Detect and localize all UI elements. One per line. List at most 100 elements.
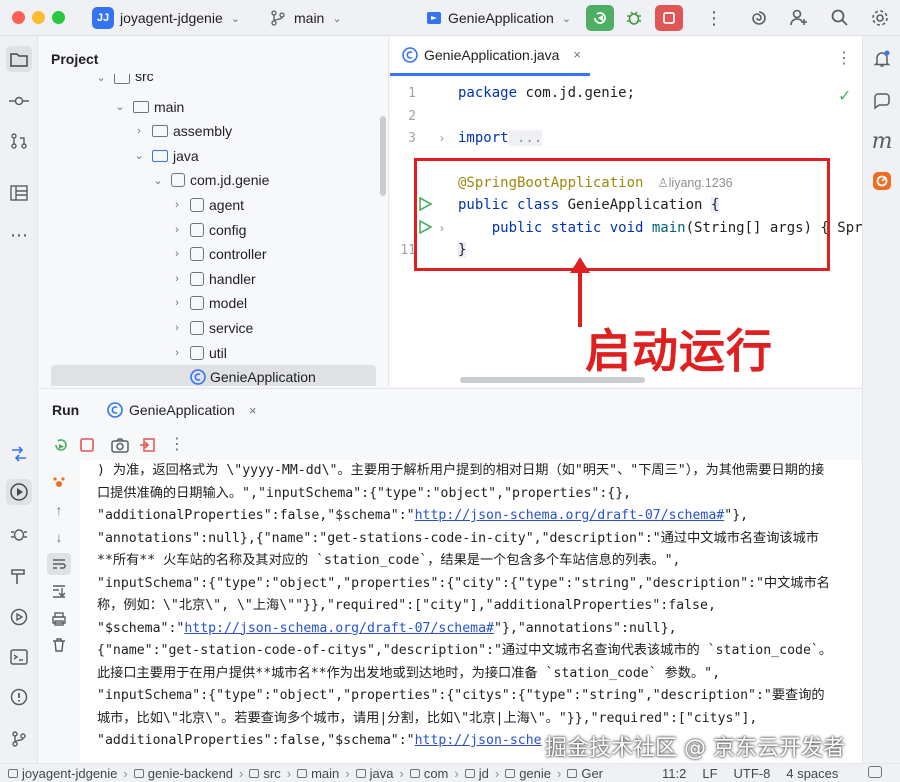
indent-setting[interactable]: 4 spaces bbox=[786, 766, 838, 781]
tree-item[interactable]: › agent bbox=[170, 193, 244, 217]
lock-icon[interactable] bbox=[868, 766, 882, 778]
chevron-right-icon[interactable]: › bbox=[170, 347, 184, 359]
tree-item[interactable]: › assembly bbox=[132, 119, 232, 143]
build-tool-button[interactable] bbox=[6, 563, 32, 589]
project-switcher[interactable]: JJ joyagent-jdgenie ⌄ bbox=[92, 0, 240, 36]
run-tool-button[interactable] bbox=[6, 479, 32, 505]
breadcrumb-item[interactable]: main bbox=[311, 766, 339, 781]
watermark-text: 掘金技术社区 @ 京东云开发者 bbox=[545, 736, 845, 761]
scroll-down-button[interactable]: ↓ bbox=[50, 528, 68, 546]
notifications-button[interactable] bbox=[869, 46, 895, 72]
more-vertical-icon[interactable]: ⋮ bbox=[836, 48, 852, 68]
rerun-button[interactable] bbox=[53, 437, 69, 456]
code-line-import[interactable]: import ... bbox=[458, 130, 543, 146]
chevron-right-icon[interactable]: › bbox=[170, 224, 184, 236]
commit-tool-button[interactable] bbox=[6, 88, 32, 114]
problems-tool-button[interactable] bbox=[6, 684, 32, 710]
chevron-right-icon[interactable]: › bbox=[170, 273, 184, 285]
chevron-down-icon[interactable]: ⌄ bbox=[94, 74, 108, 84]
services-tool-button[interactable] bbox=[6, 441, 32, 467]
chevron-right-icon[interactable]: › bbox=[170, 199, 184, 211]
branch-switcher[interactable]: main ⌄ bbox=[270, 0, 342, 36]
run-config-selector[interactable]: GenieApplication ⌄ bbox=[426, 0, 571, 36]
git-tool-button[interactable] bbox=[6, 726, 32, 752]
console-link[interactable]: http://json-sche bbox=[415, 733, 542, 748]
chevron-right-icon[interactable]: › bbox=[170, 297, 184, 309]
line-separator[interactable]: LF bbox=[702, 766, 717, 781]
maven-icon[interactable]: m bbox=[869, 128, 895, 154]
tree-item[interactable]: › config bbox=[170, 218, 246, 242]
cursor-position[interactable]: 11:2 bbox=[662, 766, 686, 781]
structure-tool-button[interactable] bbox=[6, 180, 32, 206]
tab-genie-application-run[interactable]: GenieApplication × bbox=[107, 389, 256, 431]
file-encoding[interactable]: UTF-8 bbox=[734, 766, 771, 781]
tree-item[interactable]: › model bbox=[170, 291, 247, 315]
fold-chevron-icon[interactable]: › bbox=[440, 131, 444, 145]
chevron-right-icon[interactable]: › bbox=[132, 125, 146, 137]
add-user-button[interactable] bbox=[785, 5, 813, 31]
pull-requests-tool-button[interactable] bbox=[6, 128, 32, 154]
tree-item[interactable]: › util bbox=[170, 341, 227, 365]
breadcrumb-item[interactable]: Ger bbox=[581, 766, 603, 781]
close-icon[interactable]: × bbox=[249, 403, 257, 418]
more-actions-button[interactable]: ⋮ bbox=[700, 5, 728, 31]
print-button[interactable] bbox=[50, 610, 68, 628]
debug-button[interactable] bbox=[620, 5, 648, 31]
console-link[interactable]: http://json-schema.org/draft-07/schema# bbox=[415, 508, 725, 523]
stop-button[interactable] bbox=[79, 437, 95, 456]
ai-assistant-button[interactable] bbox=[745, 5, 773, 31]
breadcrumb-item[interactable]: jd bbox=[479, 766, 489, 781]
import-fold[interactable]: ... bbox=[508, 130, 543, 146]
more-vertical-icon[interactable]: ⋮ bbox=[169, 434, 185, 454]
chevron-right-icon[interactable]: › bbox=[170, 248, 184, 260]
tree-item[interactable]: ⌄ src bbox=[94, 74, 154, 84]
tree-item[interactable]: › controller bbox=[170, 242, 266, 266]
breadcrumb-item[interactable]: joyagent-jdgenie bbox=[22, 766, 117, 781]
stop-button[interactable] bbox=[655, 5, 683, 31]
minimize-window-button[interactable] bbox=[32, 11, 45, 24]
exit-button[interactable] bbox=[139, 437, 155, 456]
rerun-button[interactable] bbox=[586, 5, 614, 31]
maximize-window-button[interactable] bbox=[52, 11, 65, 24]
project-scrollbar[interactable] bbox=[380, 116, 386, 196]
highlight-box bbox=[414, 158, 830, 271]
breadcrumb-item[interactable]: src bbox=[263, 766, 280, 781]
screenshot-button[interactable] bbox=[111, 437, 129, 456]
close-icon[interactable]: × bbox=[573, 47, 581, 62]
code-line-package[interactable]: package com.jd.genie; bbox=[458, 85, 635, 101]
plugin-tool-button[interactable] bbox=[869, 168, 895, 194]
run-toolbar: ⋮ bbox=[39, 430, 862, 460]
tree-item[interactable]: GenieApplication bbox=[51, 365, 376, 386]
debug-tool-button[interactable] bbox=[6, 521, 32, 547]
more-tools-icon[interactable]: ⋯ bbox=[6, 222, 32, 248]
ai-chat-button[interactable] bbox=[869, 88, 895, 114]
tree-item[interactable]: › handler bbox=[170, 267, 256, 291]
tree-item[interactable]: › service bbox=[170, 316, 253, 340]
breadcrumb-item[interactable]: genie-backend bbox=[148, 766, 233, 781]
tree-item[interactable]: ⌄ java bbox=[132, 144, 198, 168]
scroll-up-button[interactable]: ↑ bbox=[50, 501, 68, 519]
console-output[interactable]: ) 为准，返回格式为 \"yyyy-MM-dd\"。主要用于解析用户提到的相对日… bbox=[80, 460, 862, 763]
spring-beans-button[interactable] bbox=[50, 474, 68, 492]
close-window-button[interactable] bbox=[12, 11, 25, 24]
console-link[interactable]: http://json-schema.org/draft-07/schema# bbox=[184, 621, 494, 636]
settings-button[interactable] bbox=[866, 5, 894, 31]
breadcrumb-item[interactable]: genie bbox=[519, 766, 551, 781]
soft-wrap-button[interactable] bbox=[47, 553, 71, 575]
breadcrumb-item[interactable]: java bbox=[370, 766, 394, 781]
folder-icon bbox=[133, 100, 149, 113]
scroll-to-end-button[interactable] bbox=[50, 582, 68, 600]
search-button[interactable] bbox=[826, 5, 854, 31]
endpoints-tool-button[interactable] bbox=[6, 604, 32, 630]
clear-button[interactable] bbox=[50, 636, 68, 654]
project-tool-button[interactable] bbox=[6, 46, 32, 72]
chevron-right-icon[interactable]: › bbox=[170, 322, 184, 334]
tree-item[interactable]: ⌄ com.jd.genie bbox=[151, 168, 269, 192]
tab-genie-application-java[interactable]: GenieApplication.java × bbox=[390, 36, 590, 76]
chevron-down-icon[interactable]: ⌄ bbox=[113, 100, 127, 113]
terminal-tool-button[interactable] bbox=[6, 644, 32, 670]
chevron-down-icon[interactable]: ⌄ bbox=[151, 174, 165, 187]
breadcrumb-item[interactable]: com bbox=[424, 766, 449, 781]
tree-item[interactable]: ⌄ main bbox=[113, 95, 184, 119]
chevron-down-icon[interactable]: ⌄ bbox=[132, 149, 146, 162]
